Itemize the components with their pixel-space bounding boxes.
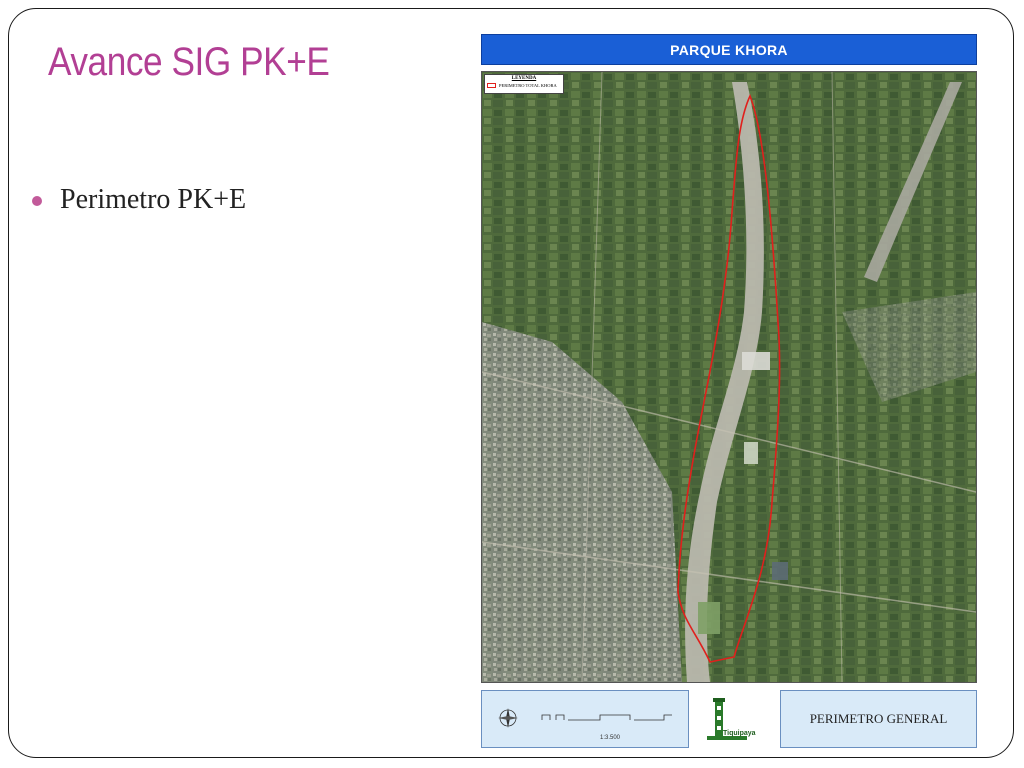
bullet-item: Perimetro PK+E — [32, 184, 246, 216]
legend-entry: PERIMETRO TOTAL KHORA — [485, 82, 563, 89]
bullet-text: Perimetro PK+E — [60, 184, 247, 215]
legend-entry-label: PERIMETRO TOTAL KHORA — [499, 83, 557, 88]
logo-text: Tiquipaya — [723, 730, 756, 737]
title-panel: PERIMETRO GENERAL — [780, 690, 977, 748]
legend-title: LEYENDA — [511, 76, 537, 81]
bullet-dot-icon — [32, 196, 42, 206]
scale-bar-icon — [541, 714, 672, 721]
perimeter-swatch-icon — [487, 83, 496, 88]
municipal-logo: Tiquipaya — [697, 690, 763, 748]
aerial-photo — [482, 72, 976, 682]
map-legend: LEYENDA PERIMETRO TOTAL KHORA — [484, 74, 564, 94]
scale-panel-graphics — [498, 708, 672, 728]
municipal-tower-logo-icon — [707, 698, 747, 740]
scale-label: 1:3.500 — [600, 735, 621, 741]
aerial-map — [481, 71, 977, 683]
scale-panel: 1:3.500 — [481, 690, 689, 748]
north-arrow-icon — [498, 708, 518, 728]
slide-title: Avance SIG PK+E — [48, 40, 330, 84]
map-banner: PARQUE KHORA — [481, 34, 977, 65]
panel-title: PERIMETRO GENERAL — [809, 711, 948, 726]
map-banner-title: PARQUE KHORA — [670, 41, 788, 58]
